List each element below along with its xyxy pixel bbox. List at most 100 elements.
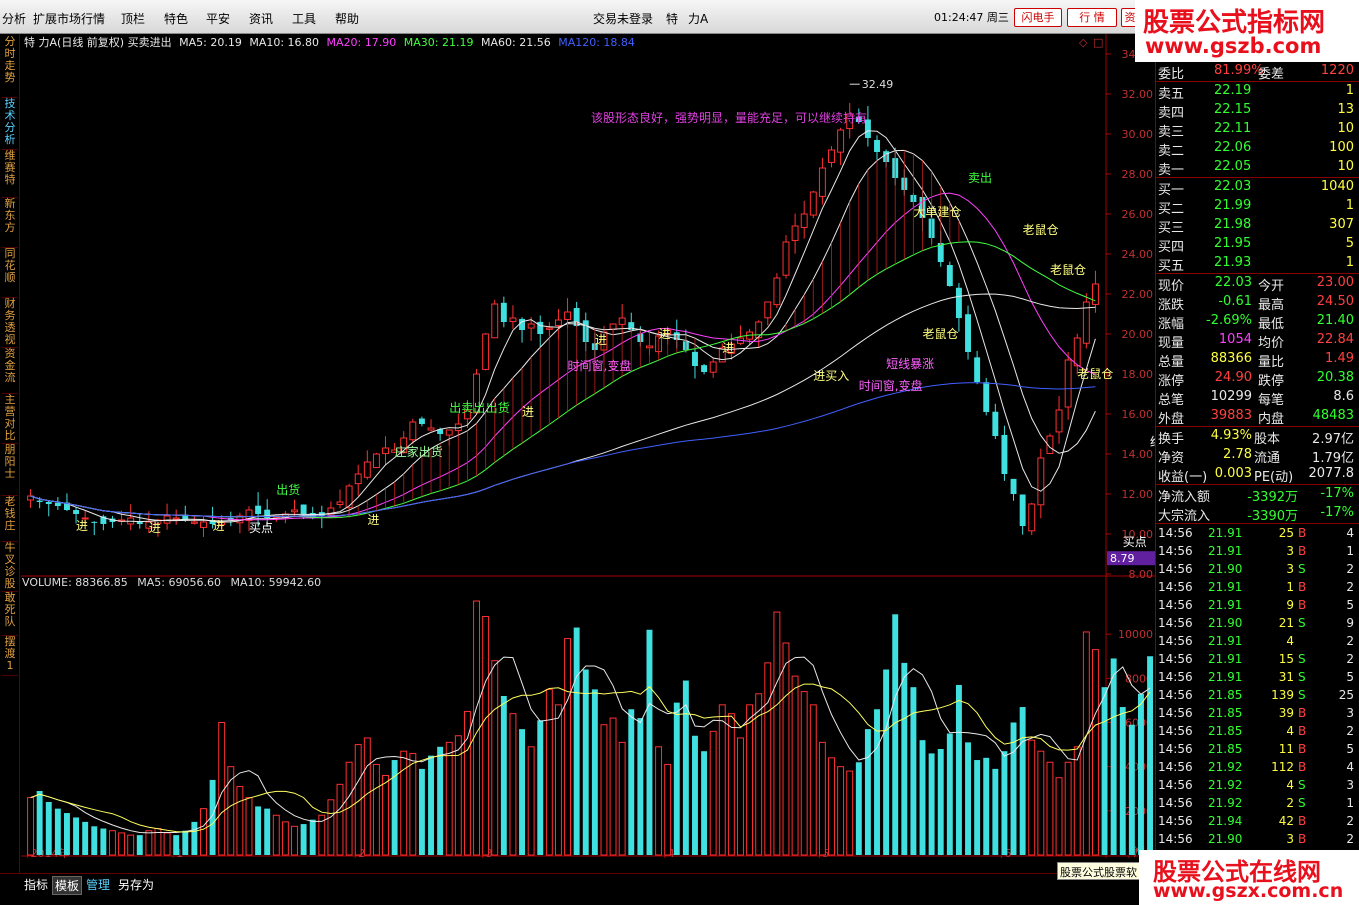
candle-body [564, 311, 572, 320]
ask-label: 卖五 [1158, 87, 1185, 102]
kline-chart[interactable]: 34.0032.0030.0028.0026.0024.0022.0020.00… [21, 34, 1198, 861]
fin-label-2: 股本 [1254, 432, 1281, 447]
tab-indicator[interactable]: 指标 [22, 876, 50, 893]
sidebar-tab-4[interactable]: 同花顺 [2, 248, 18, 298]
volume-bar [1137, 693, 1144, 855]
flash-trade-button[interactable]: 闪电手 [1014, 8, 1062, 27]
ask-price: 22.05 [1214, 159, 1252, 174]
login-status[interactable]: 交易未登录 [593, 10, 653, 27]
ask-row: 卖五 22.19 1 [1158, 82, 1358, 102]
fin-label: 换手 [1158, 432, 1185, 447]
candle-body [764, 301, 772, 319]
menu-item-analysis[interactable]: 分析 [2, 10, 26, 27]
signal-label: 出卖出 [449, 401, 485, 415]
volume-bar [664, 763, 672, 856]
signal-label: 买点 [249, 521, 273, 535]
tab-manage[interactable]: 管理 [84, 876, 112, 893]
ask-price: 22.15 [1214, 102, 1252, 117]
sidebar-tab-11[interactable]: 敢死队 [2, 592, 18, 636]
sidebar-tab-3[interactable]: 新东方 [2, 198, 18, 248]
ma60-label: MA60: 21.56 [480, 36, 551, 49]
sidebar-tab-8[interactable]: 朋阳士 [2, 444, 18, 496]
candle-body [791, 225, 799, 241]
vol-tick-label: 10000 [1118, 628, 1153, 641]
tab-template[interactable]: 模板 [52, 876, 83, 895]
candle-body [701, 365, 708, 372]
candle-body [519, 318, 526, 330]
signal-label: 卖出 [968, 171, 992, 185]
volume-bar [45, 802, 52, 855]
menu-item-pingan[interactable]: 平安 [206, 10, 230, 27]
volume-bar [692, 735, 698, 855]
volume-bar [628, 709, 635, 855]
tick-side: S [1298, 778, 1306, 792]
signal-label: 出货 [486, 400, 510, 415]
menu-item-tools[interactable]: 工具 [292, 10, 316, 27]
tick-row: 14:56 21.91 25 B 4 [1158, 525, 1358, 543]
candle-body [300, 504, 307, 514]
volume-bar [864, 729, 871, 855]
candle-body [509, 317, 517, 323]
sidebar-tab-6[interactable]: 资金流 [2, 348, 18, 394]
sidebar-tab-10[interactable]: 牛叉诊股 [2, 542, 18, 592]
tick-row: 14:56 21.92 4 S 3 [1158, 777, 1358, 795]
menu-item-extended-market[interactable]: 扩展市场行情 [33, 10, 105, 27]
tick-price: 21.90 [1208, 562, 1243, 576]
tick-count: 4 [1346, 526, 1354, 540]
tick-time: 14:56 [1158, 580, 1193, 594]
menu-item-feature[interactable]: 特色 [164, 10, 188, 27]
tick-price: 21.91 [1208, 652, 1243, 666]
stat-value: 24.90 [1214, 370, 1252, 385]
volume-bar [828, 757, 835, 856]
candle-body [946, 265, 953, 286]
sidebar-tab-7[interactable]: 主营对比 [2, 394, 18, 444]
candle-body [418, 418, 425, 424]
volume-bar [136, 835, 143, 855]
volume-bar [855, 762, 862, 855]
sidebar-tab-2[interactable]: 维赛特 [2, 150, 18, 198]
tick-side: B [1298, 760, 1307, 774]
tick-side: B [1298, 832, 1307, 846]
tick-volume: 39 [1278, 706, 1294, 720]
sidebar-tab-5[interactable]: 财务透视 [2, 298, 18, 348]
candle-body [1073, 337, 1081, 367]
ask-volume: 10 [1337, 121, 1354, 136]
volume-ma5-label: MA5: 69056.60 [137, 576, 221, 589]
menu-item-top[interactable]: 顶栏 [121, 10, 145, 27]
tick-row: 14:56 21.90 3 S 2 [1158, 561, 1358, 579]
bid-label: 买五 [1158, 259, 1185, 274]
tick-count: 5 [1346, 670, 1354, 684]
menu-item-help[interactable]: 帮助 [335, 10, 359, 27]
fin-row: 净资 2.78 流通 1.79亿 [1158, 446, 1358, 466]
stat-value-2: 8.6 [1333, 389, 1354, 404]
sidebar-tab-0[interactable]: 分时走势 [2, 36, 18, 98]
flow-label: 大宗流入 [1158, 509, 1211, 524]
volume-bar [500, 696, 507, 855]
bid-price: 21.93 [1214, 255, 1252, 270]
quote-button[interactable]: 行 情 [1067, 8, 1117, 27]
sidebar-tab-1[interactable]: 技术分析 [2, 98, 18, 150]
tick-side: B [1298, 724, 1307, 738]
tab-save-as[interactable]: 另存为 [116, 876, 156, 893]
menu-item-news[interactable]: 资讯 [249, 10, 273, 27]
volume-bar [946, 733, 953, 855]
signal-label: 进 [76, 519, 88, 533]
candle-body [782, 241, 790, 276]
volume-bar [218, 722, 226, 856]
volume-bar [473, 600, 480, 856]
tick-time: 14:56 [1158, 778, 1193, 792]
tick-count: 2 [1346, 652, 1354, 666]
volume-bar [618, 741, 626, 856]
ma10-label: MA10: 16.80 [249, 36, 320, 49]
sidebar-tab-12[interactable]: 摆渡1 [2, 636, 18, 676]
ma5-label: MA5: 20.19 [179, 36, 242, 49]
volume-bar [1064, 761, 1072, 856]
signal-label: 进 [522, 405, 534, 419]
volume-bar [482, 616, 490, 856]
volume-bar [145, 830, 153, 856]
volume-bar [800, 691, 808, 856]
chart-area[interactable]: 34.0032.0030.0028.0026.0024.0022.0020.00… [21, 34, 1198, 861]
sidebar-tab-9[interactable]: 老钱庄 [2, 496, 18, 542]
ask-row: 卖三 22.11 10 [1158, 120, 1358, 140]
volume-bar [782, 642, 790, 856]
